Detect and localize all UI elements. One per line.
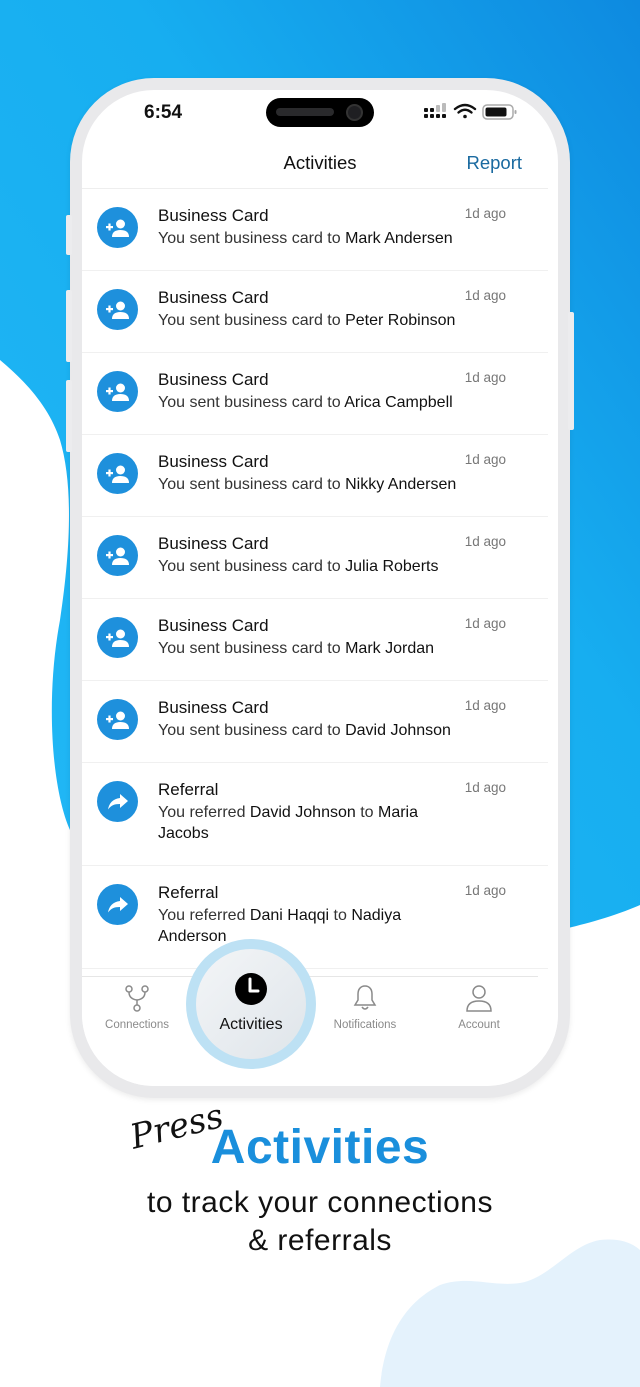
activity-description: You referred Dani Haqqi to Nadiya Anders… (158, 907, 402, 945)
caption-subtitle-line2: & referrals (248, 1224, 392, 1257)
phone-side-button (66, 215, 72, 255)
activity-item[interactable]: Referral You referred David Johnson to M… (82, 763, 548, 866)
activity-description: You sent business card to Arica Campbell (158, 394, 453, 411)
caption-subtitle: to track your connections & referrals (0, 1184, 640, 1260)
activity-title: Referral (158, 883, 219, 902)
contact-name: David Johnson (345, 722, 451, 739)
phone-volume-down-button (66, 380, 72, 452)
caption-headline: Activities (210, 1121, 430, 1174)
add-person-icon (97, 289, 138, 330)
add-person-icon (97, 535, 138, 576)
contact-name: Peter Robinson (345, 312, 456, 329)
activity-item[interactable]: Business Card You sent business card to … (82, 271, 548, 353)
referred-contact-name: David Johnson (249, 804, 356, 821)
activity-description: You sent business card to David Johnson (158, 722, 451, 739)
referred-contact-name: Dani Haqqi (249, 907, 330, 924)
clock-icon (234, 972, 268, 1011)
activity-title: Business Card (158, 616, 269, 635)
activity-title: Business Card (158, 452, 269, 471)
activity-description: You sent business card to Mark Andersen (158, 230, 453, 247)
activity-item[interactable]: Business Card You sent business card to … (82, 353, 548, 435)
activity-description: You referred David Johnson to Maria Jaco… (158, 804, 419, 842)
activity-item[interactable]: Business Card You sent business card to … (82, 435, 548, 517)
cellular-signal-icon (424, 103, 446, 118)
phone-screen: 6:54 Activities Report Business Card You… (82, 90, 558, 1086)
contact-name: Mark Andersen (345, 230, 453, 247)
tab-label: Connections (105, 1019, 169, 1031)
caption-subtitle-line1: to track your connections (146, 1186, 493, 1219)
add-person-icon (97, 699, 138, 740)
add-person-icon (97, 617, 138, 658)
activity-description: You sent business card to Nikky Andersen (158, 476, 457, 493)
tab-label: Activities (219, 1016, 283, 1033)
activity-time: 1d ago (464, 616, 506, 631)
tab-activities[interactable]: Activities (186, 939, 316, 1069)
activity-title: Business Card (158, 206, 269, 225)
activity-title: Business Card (158, 370, 269, 389)
battery-icon (482, 104, 517, 120)
tab-label: Notifications (333, 1019, 397, 1031)
activity-title: Business Card (158, 288, 269, 307)
activity-time: 1d ago (464, 452, 506, 467)
contact-name: Mark Jordan (345, 640, 435, 657)
add-person-icon (97, 371, 138, 412)
activity-time: 1d ago (464, 698, 506, 713)
dynamic-island (266, 98, 374, 127)
activity-description: You sent business card to Mark Jordan (158, 640, 435, 657)
activity-item[interactable]: Business Card You sent business card to … (82, 681, 548, 763)
wifi-icon (453, 103, 477, 119)
activity-time: 1d ago (464, 206, 506, 221)
contact-name: Arica Campbell (344, 394, 453, 411)
share-arrow-icon (97, 884, 138, 925)
activity-title: Business Card (158, 534, 269, 553)
activity-item[interactable]: Referral You referred Dani Haqqi to Nadi… (82, 866, 548, 969)
tab-bar: Connections Notifications Account (82, 976, 558, 1086)
share-arrow-icon (97, 781, 138, 822)
activity-time: 1d ago (464, 883, 506, 898)
activity-title: Referral (158, 780, 219, 799)
status-time: 6:54 (144, 102, 183, 123)
activity-title: Business Card (158, 698, 269, 717)
status-icons (424, 103, 517, 120)
activity-time: 1d ago (464, 288, 506, 303)
activity-time: 1d ago (464, 534, 506, 549)
contact-name: Nikky Andersen (345, 476, 457, 493)
phone-power-button (568, 312, 574, 430)
add-person-icon (97, 453, 138, 494)
tab-highlight-circle: Activities (196, 949, 306, 1059)
activity-description: You sent business card to Peter Robinson (158, 312, 456, 329)
tab-label: Account (458, 1019, 500, 1031)
activity-list[interactable]: Business Card You sent business card to … (82, 189, 548, 969)
report-button[interactable]: Report (466, 152, 522, 174)
contact-name: Julia Roberts (345, 558, 439, 575)
activity-item[interactable]: Business Card You sent business card to … (82, 189, 548, 271)
activity-item[interactable]: Business Card You sent business card to … (82, 517, 548, 599)
person-icon (424, 984, 534, 1012)
activity-time: 1d ago (464, 780, 506, 795)
bell-icon (310, 984, 420, 1012)
activity-time: 1d ago (464, 370, 506, 385)
phone-volume-up-button (66, 290, 72, 362)
light-blob-shape (380, 1239, 640, 1387)
activity-item[interactable]: Business Card You sent business card to … (82, 599, 548, 681)
add-person-icon (97, 207, 138, 248)
activity-description: You sent business card to Julia Roberts (158, 558, 439, 575)
connections-fork-icon (82, 984, 192, 1012)
